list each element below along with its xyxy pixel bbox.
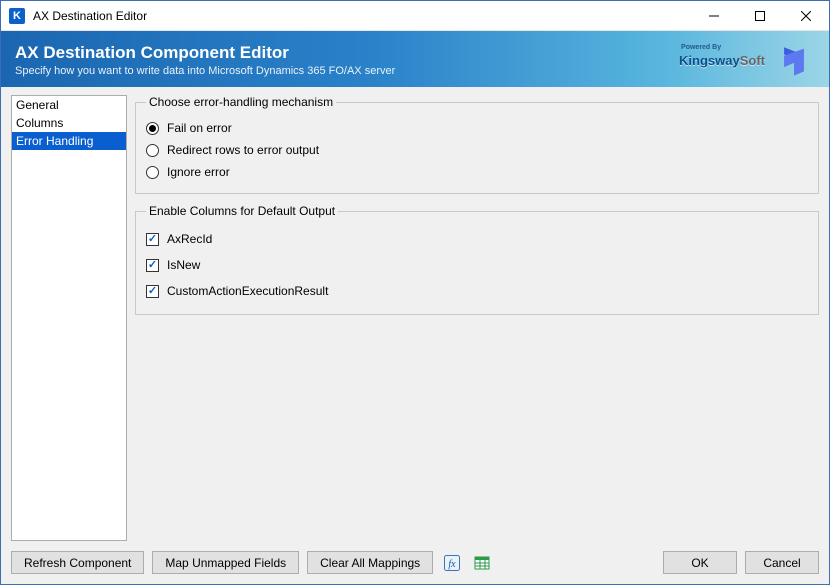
enable-columns-legend: Enable Columns for Default Output <box>146 204 338 218</box>
error-handling-legend: Choose error-handling mechanism <box>146 95 336 109</box>
maximize-button[interactable] <box>737 1 783 31</box>
radio-icon <box>146 122 159 135</box>
check-label: AxRecId <box>167 232 212 246</box>
radio-icon <box>146 166 159 179</box>
clear-all-mappings-button[interactable]: Clear All Mappings <box>307 551 433 574</box>
check-axrecid[interactable]: AxRecId <box>146 226 808 252</box>
radio-label: Fail on error <box>167 121 232 135</box>
cancel-button[interactable]: Cancel <box>745 551 819 574</box>
radio-ignore-error[interactable]: Ignore error <box>146 161 808 183</box>
main-panel: Choose error-handling mechanism Fail on … <box>135 95 819 541</box>
sidebar-item-general[interactable]: General <box>12 96 126 114</box>
radio-label: Redirect rows to error output <box>167 143 319 157</box>
fx-icon-button[interactable]: fx <box>441 552 463 574</box>
window-root: K AX Destination Editor AX Destination C… <box>0 0 830 585</box>
sidebar: General Columns Error Handling <box>11 95 127 541</box>
error-handling-group: Choose error-handling mechanism Fail on … <box>135 95 819 194</box>
banner-logos: Powered By KingswaySoft <box>679 43 815 77</box>
kingswaysoft-logo: Powered By KingswaySoft <box>679 53 765 68</box>
enable-columns-group: Enable Columns for Default Output AxRecI… <box>135 204 819 315</box>
app-icon: K <box>9 8 25 24</box>
titlebar: K AX Destination Editor <box>1 1 829 31</box>
sidebar-item-error-handling[interactable]: Error Handling <box>12 132 126 150</box>
check-label: CustomActionExecutionResult <box>167 284 328 298</box>
banner-subtitle: Specify how you want to write data into … <box>15 65 679 77</box>
svg-text:fx: fx <box>449 559 457 570</box>
minimize-button[interactable] <box>691 1 737 31</box>
ok-button[interactable]: OK <box>663 551 737 574</box>
refresh-component-button[interactable]: Refresh Component <box>11 551 144 574</box>
sidebar-item-columns[interactable]: Columns <box>12 114 126 132</box>
radio-label: Ignore error <box>167 165 230 179</box>
checkbox-icon <box>146 233 159 246</box>
table-icon-button[interactable] <box>471 552 493 574</box>
radio-redirect-rows[interactable]: Redirect rows to error output <box>146 139 808 161</box>
checkbox-icon <box>146 285 159 298</box>
banner: AX Destination Component Editor Specify … <box>1 31 829 87</box>
window-title: AX Destination Editor <box>33 9 147 23</box>
radio-fail-on-error[interactable]: Fail on error <box>146 117 808 139</box>
check-customactionexecutionresult[interactable]: CustomActionExecutionResult <box>146 278 808 304</box>
radio-icon <box>146 144 159 157</box>
content-area: General Columns Error Handling Choose er… <box>1 87 829 541</box>
check-isnew[interactable]: IsNew <box>146 252 808 278</box>
checkbox-icon <box>146 259 159 272</box>
check-label: IsNew <box>167 258 200 272</box>
footer: Refresh Component Map Unmapped Fields Cl… <box>1 541 829 584</box>
close-button[interactable] <box>783 1 829 31</box>
map-unmapped-fields-button[interactable]: Map Unmapped Fields <box>152 551 299 574</box>
dynamics-logo-icon <box>777 43 811 77</box>
banner-title: AX Destination Component Editor <box>15 43 679 63</box>
